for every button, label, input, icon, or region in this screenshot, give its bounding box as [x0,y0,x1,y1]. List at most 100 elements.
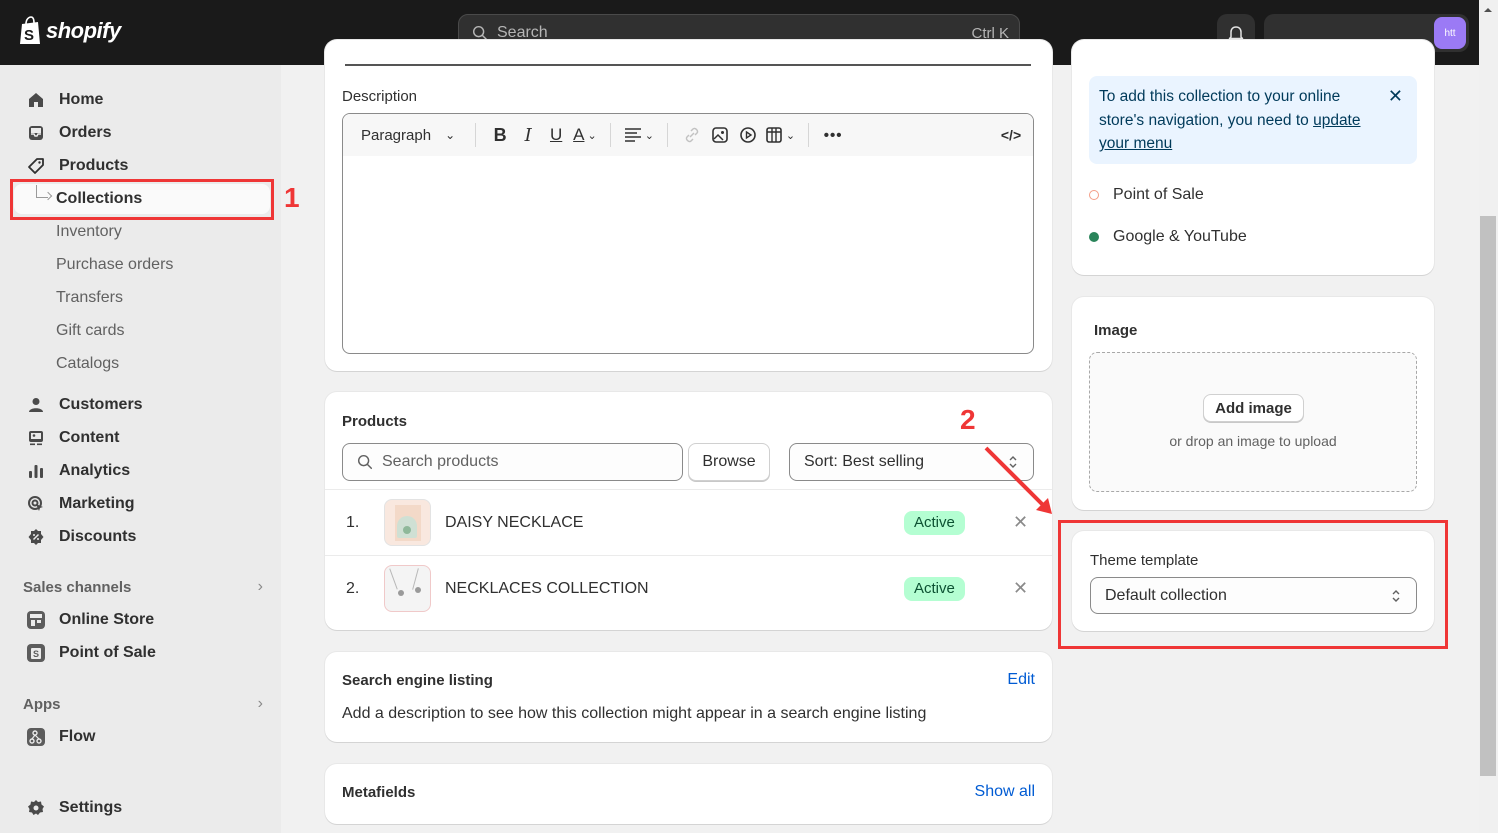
chevron-down-icon: ⌄ [445,128,456,142]
scrollbar-thumb[interactable] [1480,216,1496,776]
chevron-right-icon: › [257,695,263,712]
image-icon [712,127,728,143]
person-icon [26,395,46,415]
section-label: Apps [23,695,61,713]
logo-text: shopify [46,18,121,43]
remove-product-button[interactable]: ✕ [1013,578,1028,599]
description-editor[interactable]: Paragraph ⌄ B I U A ⌄ ⌄ ⌄ ••• </> [342,113,1034,354]
chevron-right-icon: › [257,578,263,595]
ellipsis-icon: ••• [823,126,843,144]
product-name[interactable]: NECKLACES COLLECTION [445,580,649,598]
section-label: Sales channels [23,578,132,596]
sidebar-item-home[interactable]: Home [14,85,270,115]
annotation-box-2 [1058,520,1448,649]
pos-icon: S [26,643,46,663]
sidebar-item-orders[interactable]: Orders [14,118,270,148]
sidebar-item-online-store[interactable]: Online Store [14,605,270,635]
sidebar-item-transfers[interactable]: Transfers [14,283,270,313]
product-row[interactable]: 1. DAISY NECKLACE Active ✕ [325,489,1052,555]
sidebar-item-flow[interactable]: Flow [14,722,270,752]
browse-button[interactable]: Browse [688,443,770,481]
image-title: Image [1094,322,1138,339]
sidebar-item-label: Point of Sale [59,644,156,661]
text-color-button[interactable]: A ⌄ [570,121,600,149]
sidebar-item-customers[interactable]: Customers [14,390,270,420]
dropzone-hint: or drop an image to upload [1169,433,1337,449]
align-button[interactable]: ⌄ [621,121,657,149]
sidebar-item-marketing[interactable]: Marketing [14,489,270,519]
sidebar-item-products[interactable]: Products [14,151,270,181]
seo-edit-link[interactable]: Edit [1007,671,1035,689]
sidebar-item-content[interactable]: Content [14,423,270,453]
metafields-card: Metafields Show all [325,764,1052,824]
browse-label: Browse [702,453,756,470]
seo-card: Search engine listing Edit Add a descrip… [325,652,1052,742]
link-button[interactable] [678,121,706,149]
show-html-button[interactable]: </> [997,121,1025,149]
avatar[interactable]: htt [1434,17,1466,49]
sidebar-item-label: Purchase orders [56,256,174,273]
image-card: Image Add image or drop an image to uplo… [1072,297,1434,510]
seo-title: Search engine listing [342,672,493,689]
scroll-up-arrow-icon[interactable] [1484,8,1492,12]
product-index: 1. [346,513,360,531]
flow-icon [26,727,46,747]
sidebar-item-catalogs[interactable]: Catalogs [14,349,270,379]
annotation-box-1 [10,179,274,220]
dismiss-banner-button[interactable]: ✕ [1388,85,1403,109]
status-badge: Active [904,510,965,535]
target-icon [26,494,46,514]
sidebar-item-label: Inventory [56,223,122,240]
search-products-input[interactable]: Search products [342,443,683,481]
product-thumbnail [384,565,431,612]
svg-text:S: S [33,649,39,659]
insert-image-button[interactable] [706,121,734,149]
metafields-show-all-link[interactable]: Show all [975,783,1035,801]
shopify-logo[interactable]: S shopify [18,16,121,46]
description-card: Description Paragraph ⌄ B I U A ⌄ ⌄ ⌄ ••… [325,40,1052,371]
code-icon: </> [1000,127,1022,143]
text-color-icon: A [573,125,585,144]
sales-channels-header[interactable]: Sales channels › [23,578,263,596]
product-name[interactable]: DAISY NECKLACE [445,514,583,532]
image-dropzone[interactable]: Add image or drop an image to upload [1089,352,1417,492]
product-row[interactable]: 2. NECKLACES COLLECTION Active ✕ [325,555,1052,621]
discount-icon [26,527,46,547]
add-image-button[interactable]: Add image [1203,394,1304,422]
sidebar-item-gift-cards[interactable]: Gift cards [14,316,270,346]
annotation-arrow-icon [984,446,1052,514]
sidebar-item-label: Home [59,91,104,108]
title-field-bottom-edge [345,64,1031,66]
table-icon [766,127,782,143]
bold-button[interactable]: B [486,121,514,149]
link-icon [685,127,699,143]
page-scrollbar[interactable] [1479,0,1498,833]
editor-toolbar: Paragraph ⌄ B I U A ⌄ ⌄ ⌄ ••• </> [343,114,1033,156]
status-badge: Active [904,576,965,601]
sidebar-item-point-of-sale[interactable]: S Point of Sale [14,638,270,668]
sidebar-item-inventory[interactable]: Inventory [14,217,270,247]
sidebar-item-label: Flow [59,728,96,745]
more-options-button[interactable]: ••• [819,121,847,149]
underline-icon: U [549,125,563,144]
sidebar-item-label: Marketing [59,495,135,512]
product-index: 2. [346,579,360,597]
sidebar-item-settings[interactable]: Settings [14,793,270,823]
italic-button[interactable]: I [514,121,542,149]
bar-chart-icon [26,461,46,481]
align-left-icon [624,128,641,142]
insert-video-button[interactable] [734,121,762,149]
gear-icon [26,798,46,818]
italic-icon: I [524,124,532,146]
search-shortcut: Ctrl K [971,24,1010,42]
toolbar-divider [808,123,810,147]
sidebar-item-analytics[interactable]: Analytics [14,456,270,486]
chevron-down-icon: ⌄ [587,129,597,142]
apps-header[interactable]: Apps › [23,695,263,713]
sidebar-item-discounts[interactable]: Discounts [14,522,270,552]
underline-button[interactable]: U [542,121,570,149]
insert-table-button[interactable]: ⌄ [762,121,798,149]
format-select[interactable]: Paragraph ⌄ [351,121,465,149]
sidebar-item-purchase-orders[interactable]: Purchase orders [14,250,270,280]
store-icon [26,610,46,630]
